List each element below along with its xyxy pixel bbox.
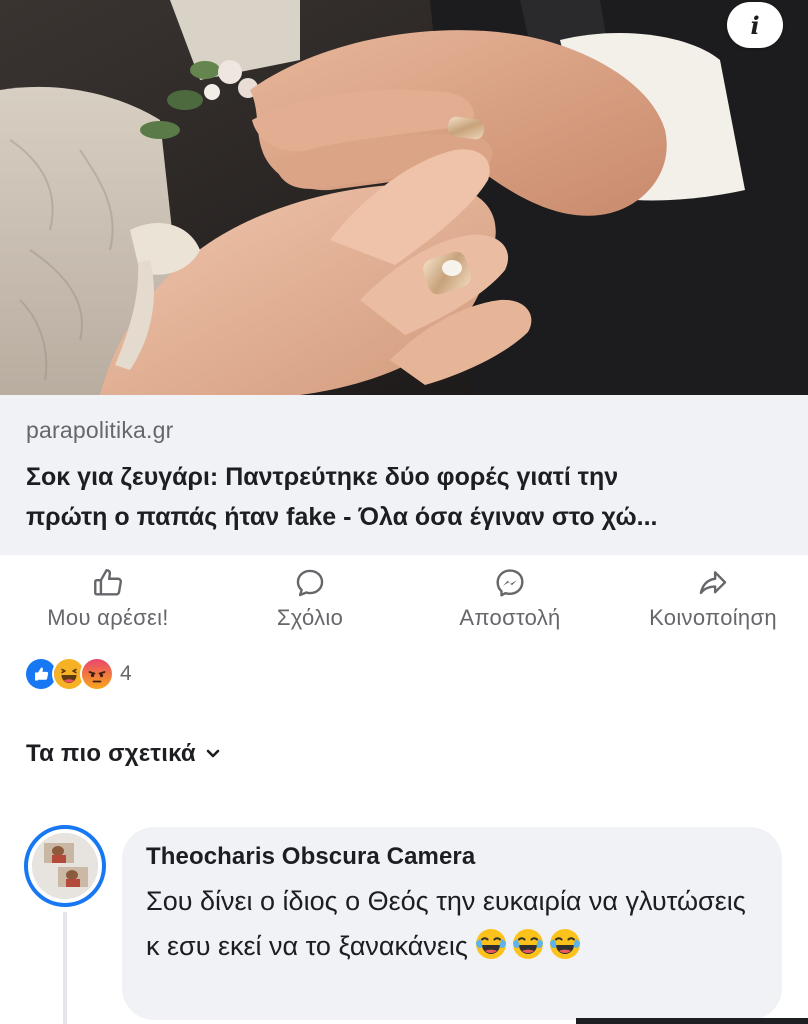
comment-text: Σου δίνει ο ίδιος ο Θεός την ευκαιρία να… [146,879,746,969]
thumbs-up-icon [94,569,122,596]
share-arrow-icon [699,571,727,595]
angry-reaction-icon [80,657,114,691]
wedding-rings-photo [0,0,808,395]
comment-author[interactable]: Theocharis Obscura Camera [146,843,758,871]
avatar[interactable] [24,825,106,907]
send-button[interactable]: Αποστολή [440,566,580,631]
comment-emoji-group [474,927,585,961]
info-label: i [750,10,760,40]
reaction-count: 4 [120,662,132,685]
comment-button[interactable]: Σχόλιο [250,566,370,631]
link-preview[interactable]: parapolitika.gr Σοκ για ζευγάρι: Παντρεύ… [0,395,808,555]
comment-bubble-icon [296,569,324,597]
comment-sort-dropdown[interactable]: Τα πιο σχετικά [26,740,220,768]
thread-line [63,912,67,1024]
like-label: Μου αρέσει! [47,605,169,630]
send-label: Αποστολή [459,605,561,630]
comment-bubble[interactable]: Theocharis Obscura Camera Σου δίνει ο ίδ… [122,827,782,1020]
messenger-icon [496,569,524,597]
comment-body: Σου δίνει ο ίδιος ο Θεός την ευκαιρία να… [146,886,746,961]
comment-label: Σχόλιο [276,605,344,630]
share-label: Κοινοποίηση [649,605,777,630]
link-domain: parapolitika.gr [26,417,174,443]
info-icon[interactable]: i [727,2,783,48]
tears-of-joy-icon [512,929,543,959]
chevron-down-icon [206,749,220,758]
post-actions: Μου αρέσει! Σχόλιο Αποστολή Κοινοποίηση [0,566,808,642]
link-title-line-2: πρώτη ο παπάς ήταν fake - Όλα όσα έγιναν… [26,503,658,531]
share-button[interactable]: Κοινοποίηση [625,566,801,631]
reactions-summary[interactable]: 4 [24,656,132,692]
avatar-image [32,833,98,899]
link-title: Σοκ για ζευγάρι: Παντρεύτηκε δύο φορές γ… [26,457,782,537]
tears-of-joy-icon [475,929,506,959]
link-title-line-1: Σοκ για ζευγάρι: Παντρεύτηκε δύο φορές γ… [26,463,619,491]
article-image[interactable]: i [0,0,808,395]
like-button[interactable]: Μου αρέσει! [28,566,188,631]
tears-of-joy-icon [549,929,580,959]
scroll-indicator [576,1018,808,1024]
sort-label: Τα πιο σχετικά [26,740,196,767]
